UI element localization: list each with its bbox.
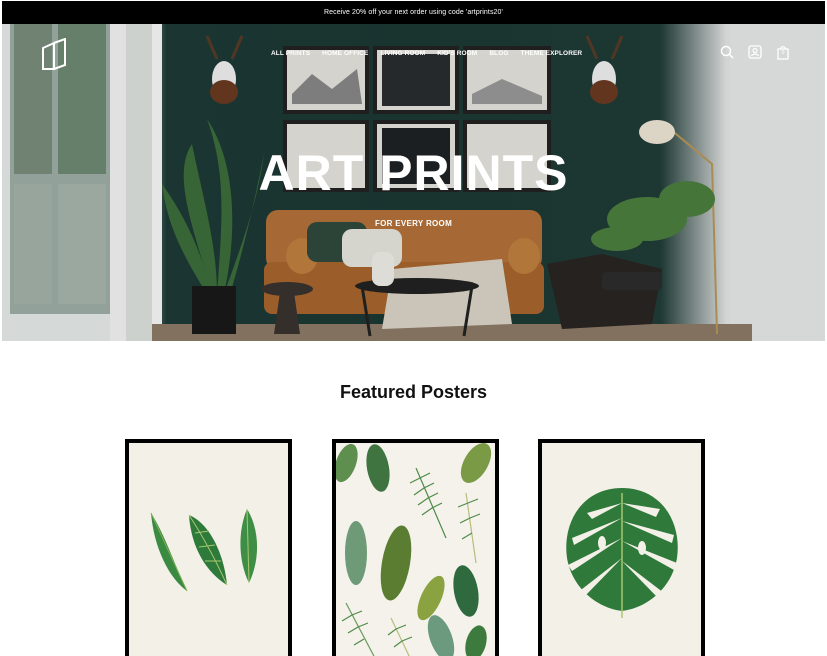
monstera-leaf-poster[interactable] bbox=[538, 439, 705, 656]
hero-subtitle: FOR EVERY ROOM bbox=[374, 219, 453, 228]
open-book-logo-icon bbox=[42, 37, 66, 70]
nav-theme-explorer[interactable]: THEME EXPLORER bbox=[515, 50, 589, 57]
nav-kids-room[interactable]: KID'S ROOM bbox=[431, 50, 483, 57]
promo-banner: Receive 20% off your next order using co… bbox=[2, 1, 825, 24]
banana-leaves-poster[interactable] bbox=[125, 439, 292, 656]
nav-blog[interactable]: BLOG bbox=[483, 50, 514, 57]
banana-leaves-image bbox=[129, 443, 288, 656]
search-icon[interactable] bbox=[719, 44, 735, 60]
hero-title: ART PRINTS bbox=[258, 145, 569, 201]
cart-icon[interactable]: 0 bbox=[775, 44, 791, 60]
nav-all-prints[interactable]: ALL PRINTS bbox=[265, 50, 316, 57]
account-icon[interactable] bbox=[747, 44, 763, 60]
hero-banner: ALL PRINTS HOME OFFICE LIVING ROOM KID'S… bbox=[2, 24, 825, 341]
leaf-pattern-image bbox=[336, 443, 495, 656]
cart-count: 0 bbox=[781, 50, 785, 56]
nav-living-room[interactable]: LIVING ROOM bbox=[374, 50, 431, 57]
header-actions: 0 bbox=[719, 44, 791, 60]
leaf-pattern-poster[interactable] bbox=[332, 439, 499, 656]
main-nav: ALL PRINTS HOME OFFICE LIVING ROOM KID'S… bbox=[265, 50, 588, 57]
nav-home-office[interactable]: HOME OFFICE bbox=[316, 50, 374, 57]
promo-text: Receive 20% off your next order using co… bbox=[324, 9, 503, 16]
featured-section-title: Featured Posters bbox=[339, 382, 488, 402]
monstera-leaf-image bbox=[542, 443, 701, 656]
site-logo[interactable] bbox=[40, 37, 68, 72]
